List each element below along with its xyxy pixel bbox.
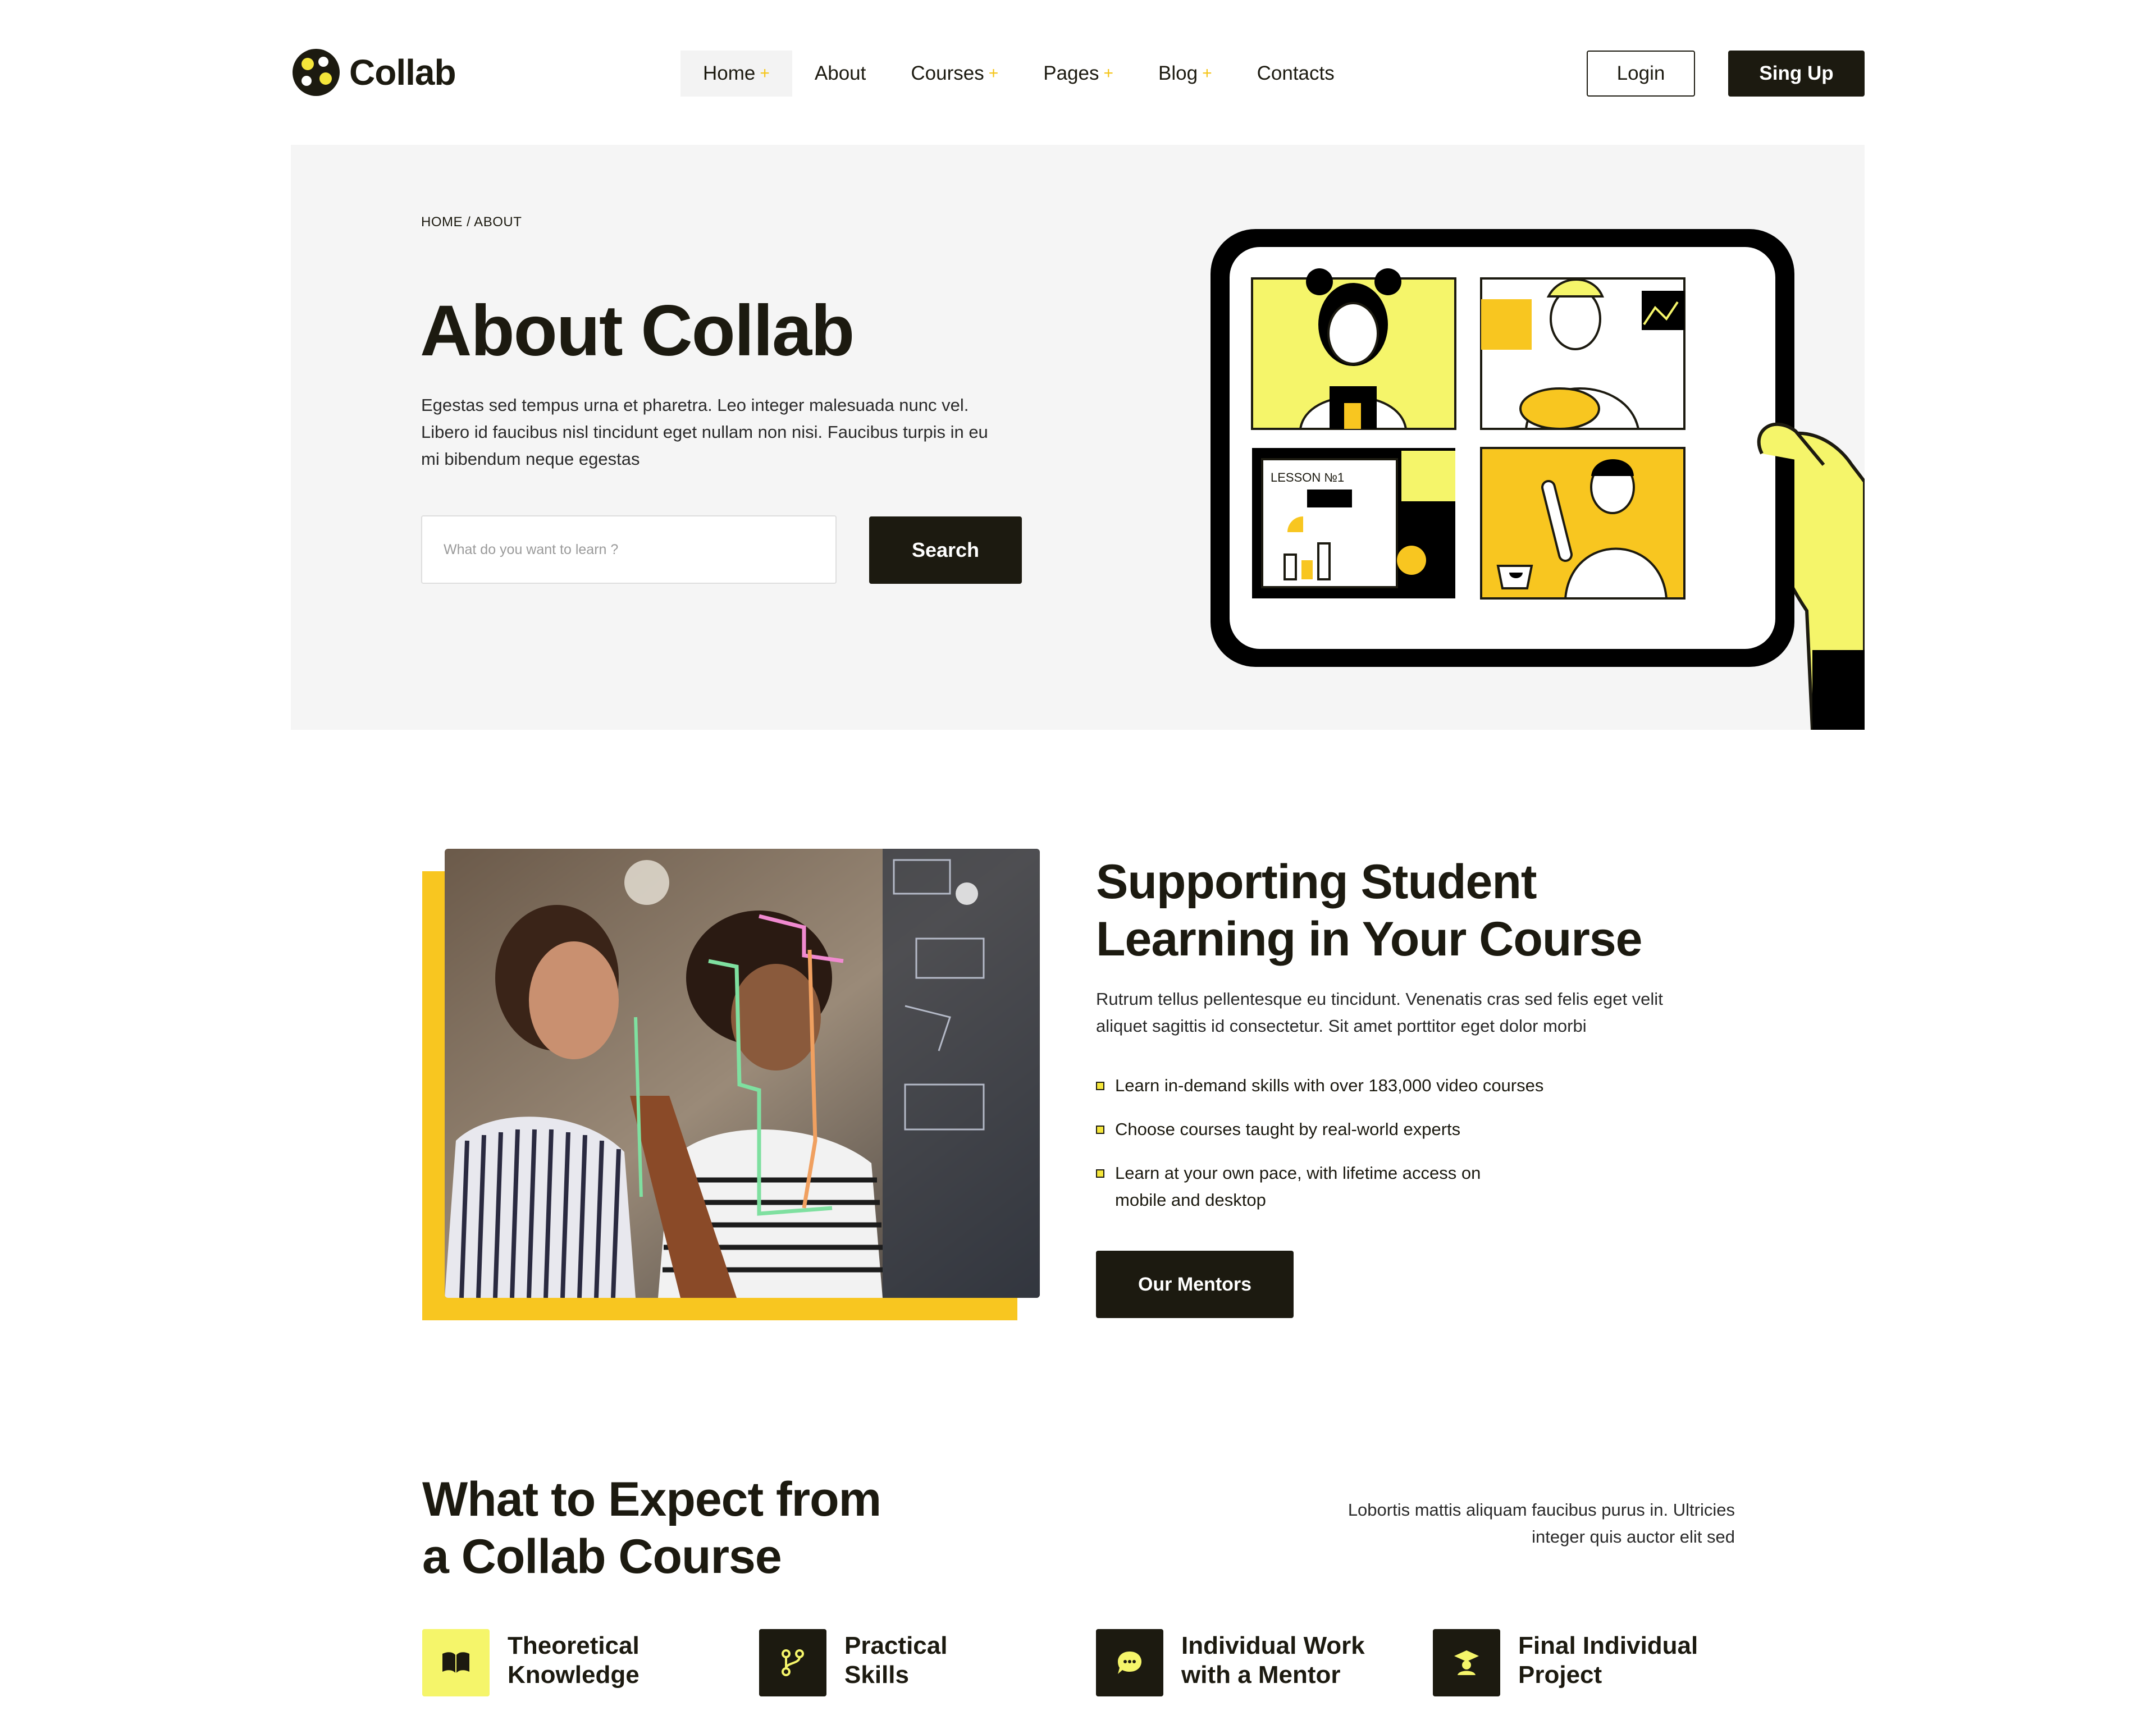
search-input[interactable] [421,515,837,584]
nav-item-about[interactable]: About [792,51,888,97]
bullet-text: Learn in-demand skills with over 183,000… [1115,1076,1544,1095]
chat-icon [1096,1629,1163,1696]
feature-title-line-2: Knowledge [508,1661,640,1689]
feature-final-project: Final Individual Project [1433,1629,1698,1696]
branch-icon [759,1629,826,1696]
bullet-square-icon [1096,1126,1104,1134]
nav-label: Pages [1043,62,1099,84]
brand-name: Collab [349,52,456,93]
feature-title-line-1: Theoretical [508,1632,640,1659]
nav-label: Blog [1158,62,1198,84]
hero-section: HOME / ABOUT About Collab Egestas sed te… [291,145,1865,730]
feature-title-line-1: Individual Work [1181,1632,1365,1659]
students-photo [445,849,1040,1298]
collab-logo-icon [293,49,340,96]
nav-label: Contacts [1257,62,1335,84]
tablet-illustration: LESSON №1 [1211,229,1865,730]
graduate-icon [1433,1629,1500,1696]
bullet-square-icon [1096,1169,1104,1178]
bullet-text: Learn at your own pace, with lifetime ac… [1115,1163,1481,1210]
feature-bullet-list: Learn in-demand skills with over 183,000… [1096,1072,1657,1230]
feature-title-line-2: Project [1518,1661,1602,1689]
page-title: About Collab [420,291,855,371]
plus-icon: + [988,64,999,83]
nav-item-contacts[interactable]: Contacts [1235,51,1357,97]
support-title: Supporting Student Learning in Your Cour… [1096,853,1643,968]
nav-label: Home [703,62,756,84]
nav-label: About [814,62,866,84]
logo[interactable]: Collab [291,47,456,98]
feature-title-line-2: with a Mentor [1181,1661,1341,1689]
signup-button[interactable]: Sing Up [1728,51,1865,97]
breadcrumb: HOME / ABOUT [421,214,522,230]
nav-label: Courses [911,62,984,84]
support-description: Rutrum tellus pellentesque eu tincidunt.… [1096,989,1663,1036]
nav-item-courses[interactable]: Courses + [888,51,1021,97]
bullet-text: Choose courses taught by real-world expe… [1115,1119,1461,1139]
support-title-line-1: Supporting Student [1096,855,1537,909]
support-title-line-2: Learning in Your Course [1096,912,1643,966]
hero-description: Egestas sed tempus urna et pharetra. Leo… [421,395,988,469]
expect-description: Lobortis mattis aliquam faucibus purus i… [1347,1500,1735,1547]
nav-item-blog[interactable]: Blog + [1136,51,1235,97]
feature-title-line-1: Final Individual [1518,1632,1698,1659]
nav-item-pages[interactable]: Pages + [1021,51,1136,97]
feature-theoretical-knowledge: Theoretical Knowledge [422,1629,640,1696]
feature-title: Practical Skills [844,1631,947,1690]
list-item: Learn in-demand skills with over 183,000… [1096,1072,1657,1099]
expect-title: What to Expect from a Collab Course [422,1471,881,1585]
book-icon [422,1629,490,1696]
main-nav: Home + About Courses + Pages + Blog + Co… [680,51,1357,97]
lesson-label: LESSON №1 [1271,470,1344,484]
plus-icon: + [1103,64,1114,83]
expect-title-line-2: a Collab Course [422,1530,782,1584]
list-item: Choose courses taught by real-world expe… [1096,1116,1657,1143]
login-button[interactable]: Login [1587,51,1695,97]
feature-individual-work: Individual Work with a Mentor [1096,1629,1365,1696]
our-mentors-button[interactable]: Our Mentors [1096,1251,1294,1318]
feature-title: Individual Work with a Mentor [1181,1631,1365,1690]
list-item: Learn at your own pace, with lifetime ac… [1096,1160,1523,1214]
feature-title-line-1: Practical [844,1632,948,1659]
feature-practical-skills: Practical Skills [759,1629,947,1696]
bullet-square-icon [1096,1082,1104,1090]
expect-title-line-1: What to Expect from [422,1472,881,1526]
students-photo-image [445,849,1040,1298]
nav-item-home[interactable]: Home + [680,51,792,97]
feature-title-line-2: Skills [844,1661,909,1689]
plus-icon: + [1202,64,1212,83]
plus-icon: + [760,64,770,83]
site-header: Collab Home + About Courses + Pages + Bl… [0,0,2156,146]
search-button[interactable]: Search [869,516,1022,584]
feature-title: Theoretical Knowledge [508,1631,640,1690]
feature-title: Final Individual Project [1518,1631,1698,1690]
